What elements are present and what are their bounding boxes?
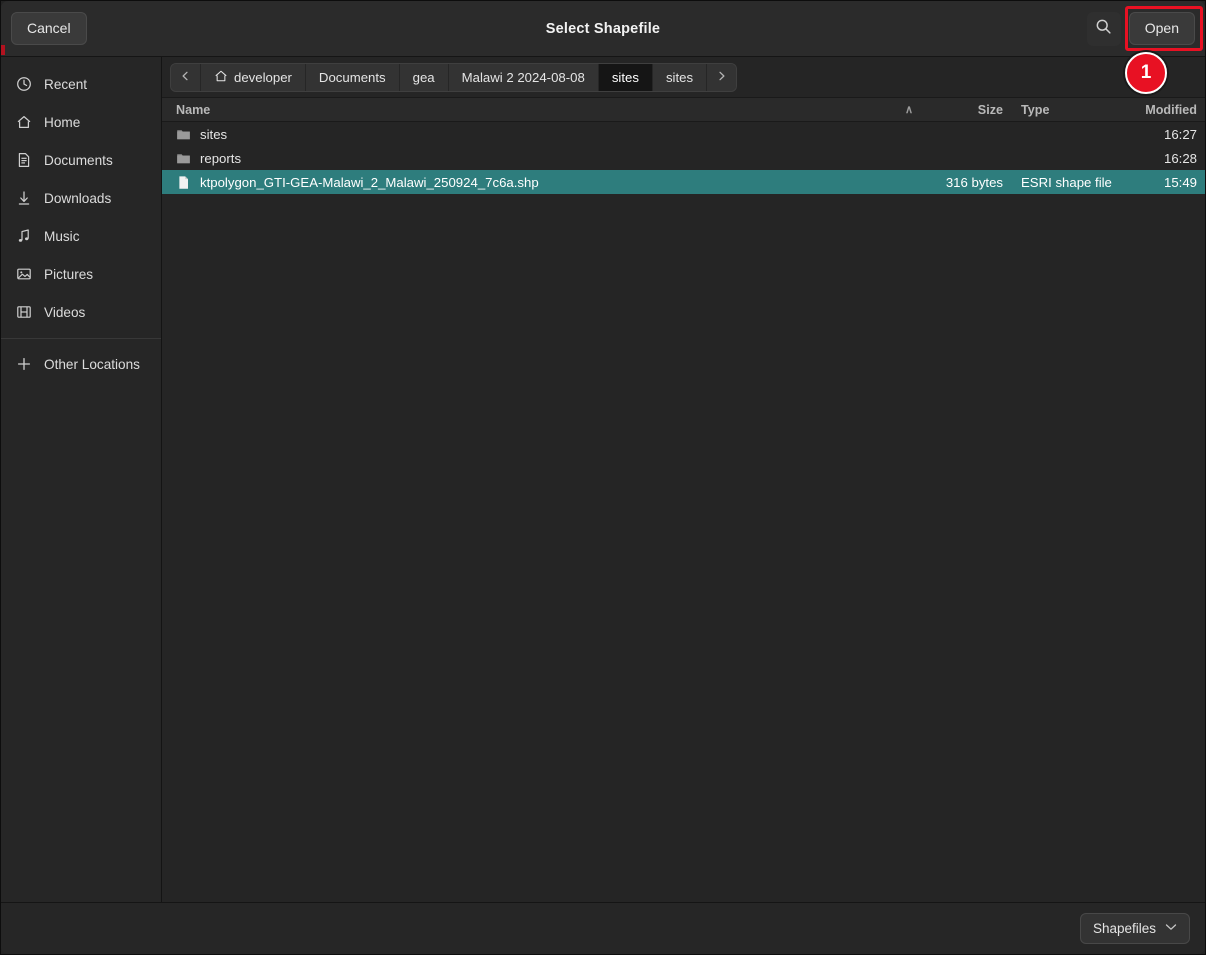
- breadcrumb-label: sites: [665, 69, 694, 85]
- annotation-edge-artifact: [1, 45, 5, 55]
- column-header-label: Size: [977, 102, 1003, 117]
- sidebar-item-label: Pictures: [44, 266, 94, 282]
- search-icon: [1095, 18, 1112, 40]
- plus-icon: [15, 356, 32, 373]
- file-name-cell: ktpolygon_GTI-GEA-Malawi_2_Malawi_250924…: [162, 175, 927, 190]
- dialog-title: Select Shapefile: [545, 20, 661, 37]
- file-name-cell: reports: [162, 151, 927, 166]
- breadcrumb-item-gea[interactable]: gea: [399, 63, 449, 91]
- music-note-icon: [15, 228, 32, 245]
- sidebar-item-label: Documents: [44, 152, 113, 168]
- file-list-header: Name ∧ Size Type Modified: [162, 97, 1205, 122]
- sidebar-item-label: Home: [44, 114, 81, 130]
- file-icon: [176, 175, 191, 190]
- breadcrumb-item-sites-current[interactable]: sites: [598, 63, 653, 91]
- sidebar-item-label: Music: [44, 228, 80, 244]
- download-icon: [15, 190, 32, 207]
- chevron-down-icon: [1165, 923, 1177, 934]
- breadcrumb-label: sites: [611, 69, 639, 85]
- column-header-modified[interactable]: Modified: [1119, 103, 1205, 117]
- column-header-label: Modified: [1145, 102, 1197, 117]
- sidebar-item-label: Videos: [44, 304, 86, 320]
- breadcrumb: developer Documents gea Malawi 2 2024-08…: [170, 62, 738, 92]
- breadcrumb-label: Documents: [318, 69, 386, 85]
- column-header-size[interactable]: Size: [927, 103, 1011, 117]
- home-icon: [214, 69, 228, 86]
- file-modified-cell: 15:49: [1163, 174, 1197, 190]
- home-icon: [15, 114, 32, 131]
- column-header-type[interactable]: Type: [1011, 103, 1119, 117]
- column-header-label: Type: [1021, 102, 1050, 117]
- sort-ascending-icon: ∧: [904, 104, 913, 116]
- file-type-cell: ESRI shape file: [1021, 174, 1112, 190]
- file-name-label: ktpolygon_GTI-GEA-Malawi_2_Malawi_250924…: [200, 174, 539, 190]
- dialog-body: Recent Home Documents Downloads Music Pi…: [1, 57, 1205, 902]
- dialog-header-bar: Cancel Select Shapefile Open: [1, 1, 1205, 57]
- breadcrumb-forward-button[interactable]: [707, 63, 737, 91]
- places-sidebar: Recent Home Documents Downloads Music Pi…: [1, 57, 162, 902]
- breadcrumb-label: developer: [234, 69, 292, 85]
- chevron-right-icon: [716, 70, 727, 85]
- cancel-button[interactable]: Cancel: [11, 12, 87, 45]
- file-name-cell: sites: [162, 127, 927, 142]
- chevron-left-icon: [180, 70, 191, 85]
- file-name-label: reports: [200, 150, 242, 166]
- sidebar-divider: [1, 338, 161, 339]
- file-modified-cell: 16:28: [1163, 150, 1197, 166]
- breadcrumb-item-malawi-2[interactable]: Malawi 2 2024-08-08: [448, 63, 599, 91]
- column-header-label: Name: [176, 102, 211, 117]
- open-button[interactable]: Open: [1128, 12, 1195, 45]
- folder-icon: [176, 151, 191, 166]
- table-row[interactable]: reports 16:28: [162, 146, 1205, 170]
- sidebar-item-recent[interactable]: Recent: [1, 65, 161, 103]
- clock-icon: [15, 76, 32, 93]
- breadcrumb-label: Malawi 2 2024-08-08: [461, 69, 585, 85]
- annotation-step-badge: 1: [1125, 52, 1167, 94]
- sidebar-item-label: Downloads: [44, 190, 112, 206]
- folder-icon: [176, 127, 191, 142]
- file-size-cell: 316 bytes: [945, 174, 1003, 190]
- image-icon: [15, 266, 32, 283]
- sidebar-item-downloads[interactable]: Downloads: [1, 179, 161, 217]
- document-icon: [15, 152, 32, 169]
- file-modified-cell: 16:27: [1163, 126, 1197, 142]
- breadcrumb-item-sites-child[interactable]: sites: [652, 63, 708, 91]
- breadcrumb-back-button[interactable]: [171, 63, 201, 91]
- file-type-filter-dropdown[interactable]: Shapefiles: [1079, 913, 1190, 944]
- sidebar-item-documents[interactable]: Documents: [1, 141, 161, 179]
- header-actions: Open: [1086, 11, 1195, 46]
- sidebar-item-label: Other Locations: [44, 356, 140, 372]
- column-header-name[interactable]: Name ∧: [162, 103, 927, 117]
- breadcrumb-item-documents[interactable]: Documents: [305, 63, 400, 91]
- dialog-footer: Shapefiles: [1, 902, 1205, 954]
- film-icon: [15, 304, 32, 321]
- table-row[interactable]: sites 16:27: [162, 122, 1205, 146]
- breadcrumb-item-developer[interactable]: developer: [201, 63, 306, 91]
- path-bar: developer Documents gea Malawi 2 2024-08…: [162, 57, 1205, 97]
- sidebar-item-music[interactable]: Music: [1, 217, 161, 255]
- file-list[interactable]: sites 16:27 reports 16:28 ktpolygon_GTI-…: [162, 122, 1205, 902]
- file-name-label: sites: [200, 126, 228, 142]
- file-browser-pane: developer Documents gea Malawi 2 2024-08…: [162, 57, 1205, 902]
- sidebar-item-videos[interactable]: Videos: [1, 293, 161, 331]
- table-row[interactable]: ktpolygon_GTI-GEA-Malawi_2_Malawi_250924…: [162, 170, 1205, 194]
- sidebar-item-pictures[interactable]: Pictures: [1, 255, 161, 293]
- sidebar-item-home[interactable]: Home: [1, 103, 161, 141]
- filter-label: Shapefiles: [1092, 921, 1156, 936]
- file-chooser-dialog: Cancel Select Shapefile Open 1 Recent Ho…: [0, 0, 1206, 955]
- sidebar-item-label: Recent: [44, 76, 88, 92]
- search-button[interactable]: [1086, 11, 1121, 46]
- sidebar-item-other-locations[interactable]: Other Locations: [1, 345, 161, 383]
- breadcrumb-label: gea: [412, 69, 435, 85]
